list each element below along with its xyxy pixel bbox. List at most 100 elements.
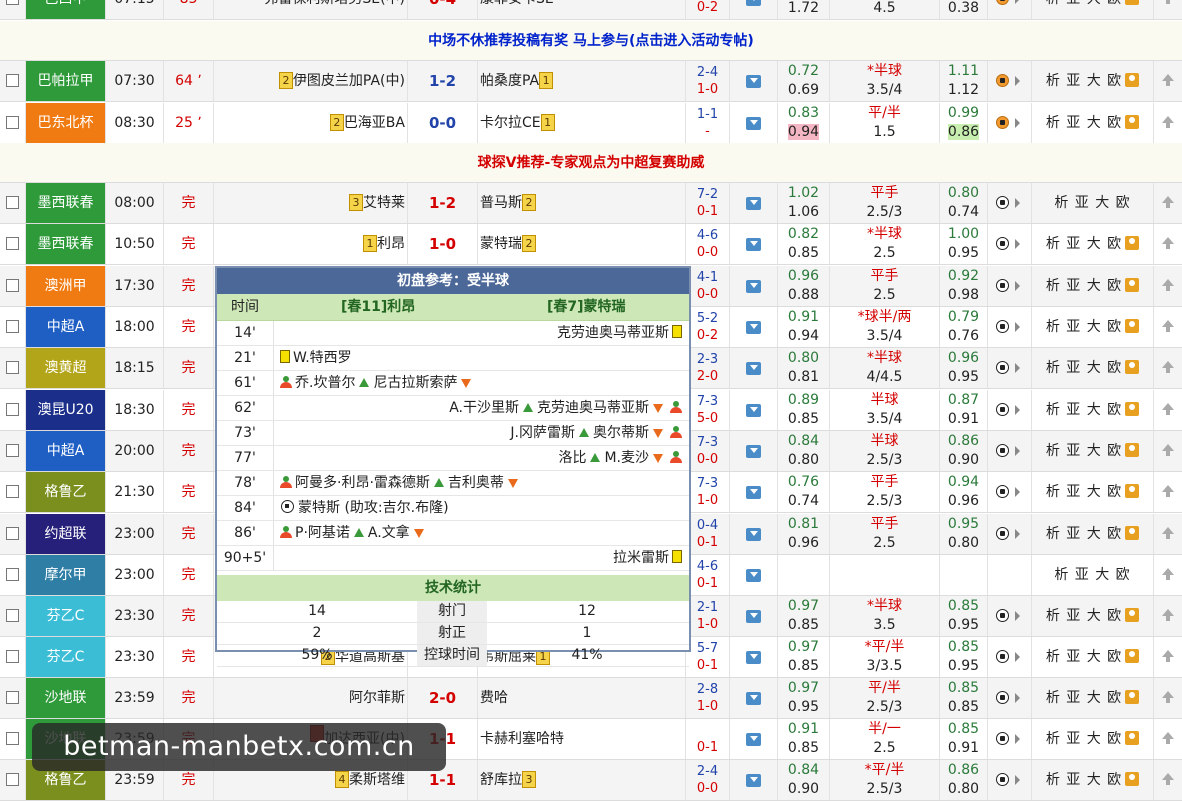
user-icon[interactable] [1125,772,1140,786]
analysis-links[interactable]: 析 亚 大 欧 [1032,719,1154,759]
live-video-icon[interactable] [746,362,761,375]
analysis-links-text[interactable]: 析 亚 大 欧 [1046,402,1122,418]
user-icon[interactable] [1125,73,1140,87]
expand-arrow-icon[interactable] [1015,611,1020,621]
expand-arrow-icon[interactable] [1015,0,1020,4]
user-icon[interactable] [1125,484,1140,498]
match-checkbox[interactable] [6,116,19,129]
analysis-links[interactable]: 析 亚 大 欧 [1032,637,1154,677]
away-team[interactable]: 卡尔拉CE 1 [478,103,686,143]
home-team[interactable]: 弗雷保利斯塔男SE(中) [214,0,408,19]
pin-top-icon[interactable] [1162,527,1174,539]
analysis-links[interactable]: 析 亚 大 欧 [1032,0,1154,19]
match-checkbox[interactable] [6,320,19,333]
analysis-links-text[interactable]: 析 亚 大 欧 [1054,567,1130,583]
live-video-icon[interactable] [746,733,761,746]
live-video-icon[interactable] [746,75,761,88]
pin-top-icon[interactable] [1162,320,1174,332]
football-icon[interactable] [996,116,1009,129]
match-score[interactable]: 1-2 [408,61,478,101]
live-video-icon[interactable] [746,0,761,6]
match-checkbox[interactable] [6,691,19,704]
analysis-links[interactable]: 析 亚 大 欧 [1032,555,1154,595]
league-badge[interactable]: 摩尔甲 [26,555,106,595]
analysis-links-text[interactable]: 析 亚 大 欧 [1046,690,1122,706]
pin-top-icon[interactable] [1162,485,1174,497]
user-icon[interactable] [1125,443,1140,457]
analysis-links[interactable]: 析 亚 大 欧 [1032,224,1154,264]
league-badge[interactable]: 巴东北杯 [26,103,106,143]
analysis-links-text[interactable]: 析 亚 大 欧 [1046,0,1122,7]
pin-top-icon[interactable] [1162,773,1174,785]
league-badge[interactable]: 芬乙C [26,596,106,636]
away-team[interactable]: 普马斯 2 [478,183,686,223]
analysis-links-text[interactable]: 析 亚 大 欧 [1046,319,1122,335]
live-video-icon[interactable] [746,197,761,210]
football-icon[interactable] [996,691,1009,704]
pin-top-icon[interactable] [1162,650,1174,662]
user-icon[interactable] [1125,360,1140,374]
live-video-icon[interactable] [746,610,761,623]
league-badge[interactable]: 巴帕拉甲 [26,61,106,101]
analysis-links[interactable]: 析 亚 大 欧 [1032,61,1154,101]
analysis-links-text[interactable]: 析 亚 大 欧 [1046,360,1122,376]
away-team[interactable]: 卡赫利塞哈特 [478,719,686,759]
match-score[interactable]: 0-0 [408,103,478,143]
pin-top-icon[interactable] [1162,74,1174,86]
home-team[interactable]: 1 利昂 [214,224,408,264]
pin-top-icon[interactable] [1162,237,1174,249]
football-icon[interactable] [996,485,1009,498]
home-team[interactable]: 2 巴海亚BA [214,103,408,143]
football-icon[interactable] [996,403,1009,416]
analysis-links-text[interactable]: 析 亚 大 欧 [1046,649,1122,665]
league-badge[interactable]: 墨西联春 [26,183,106,223]
analysis-links-text[interactable]: 析 亚 大 欧 [1046,236,1122,252]
analysis-links[interactable]: 析 亚 大 欧 [1032,760,1154,800]
away-team[interactable]: 舒库拉 3 [478,760,686,800]
analysis-links-text[interactable]: 析 亚 大 欧 [1046,484,1122,500]
match-checkbox[interactable] [6,74,19,87]
football-icon[interactable] [996,361,1009,374]
away-team[interactable]: 康菲安卡SE [478,0,686,19]
league-badge[interactable]: 澳黄超 [26,348,106,388]
pin-top-icon[interactable] [1162,732,1174,744]
expand-arrow-icon[interactable] [1015,693,1020,703]
analysis-links-text[interactable]: 析 亚 大 欧 [1046,115,1122,131]
expand-arrow-icon[interactable] [1015,529,1020,539]
analysis-links[interactable]: 析 亚 大 欧 [1032,514,1154,554]
football-icon[interactable] [996,0,1009,5]
match-checkbox[interactable] [6,403,19,416]
match-checkbox[interactable] [6,237,19,250]
user-icon[interactable] [1125,402,1140,416]
expand-arrow-icon[interactable] [1015,775,1020,785]
analysis-links[interactable]: 析 亚 大 欧 [1032,431,1154,471]
match-checkbox[interactable] [6,527,19,540]
football-icon[interactable] [996,237,1009,250]
league-badge[interactable]: 格鲁乙 [26,472,106,512]
football-icon[interactable] [996,320,1009,333]
analysis-links-text[interactable]: 析 亚 大 欧 [1046,443,1122,459]
match-checkbox[interactable] [6,0,19,5]
match-checkbox[interactable] [6,732,19,745]
expand-arrow-icon[interactable] [1015,281,1020,291]
expand-arrow-icon[interactable] [1015,405,1020,415]
user-icon[interactable] [1125,649,1140,663]
pin-top-icon[interactable] [1162,196,1174,208]
pin-top-icon[interactable] [1162,279,1174,291]
football-icon[interactable] [996,609,1009,622]
user-icon[interactable] [1125,526,1140,540]
match-score[interactable]: 0-4 [408,0,478,19]
pin-top-icon[interactable] [1162,403,1174,415]
user-icon[interactable] [1125,319,1140,333]
analysis-links[interactable]: 析 亚 大 欧 [1032,103,1154,143]
live-video-icon[interactable] [746,692,761,705]
analysis-links[interactable]: 析 亚 大 欧 [1032,390,1154,430]
home-team[interactable]: 2 伊图皮兰加PA(中) [214,61,408,101]
match-checkbox[interactable] [6,568,19,581]
pin-top-icon[interactable] [1162,361,1174,373]
match-score[interactable]: 1-0 [408,224,478,264]
pin-top-icon[interactable] [1162,691,1174,703]
away-team[interactable]: 费哈 [478,678,686,718]
user-icon[interactable] [1125,731,1140,745]
match-checkbox[interactable] [6,773,19,786]
